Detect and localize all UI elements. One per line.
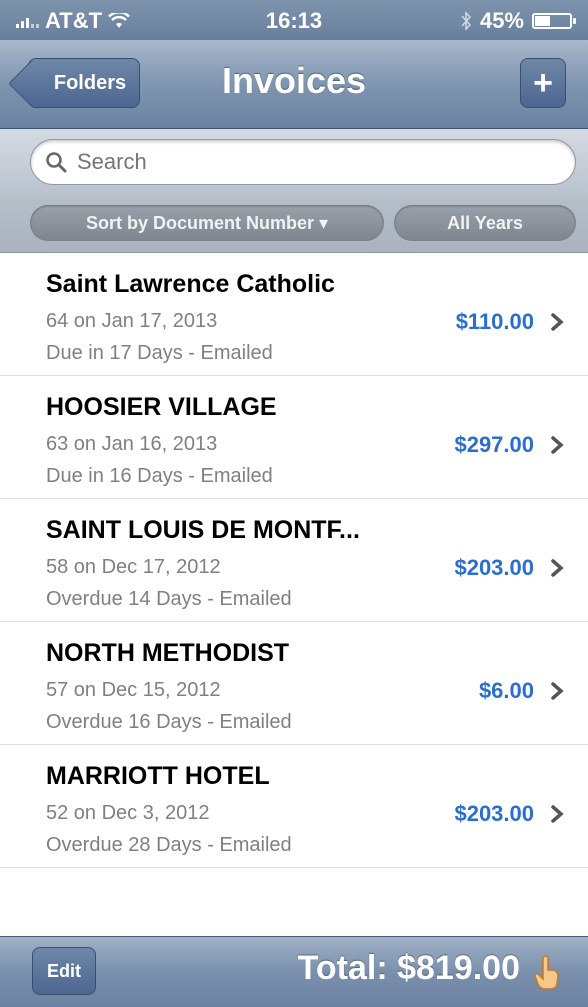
invoice-status: Due in 16 Days - Emailed (46, 465, 273, 487)
invoice-amount: $203.00 (454, 801, 534, 826)
invoice-row[interactable]: SAINT LOUIS DE MONTF... 58 on Dec 17, 20… (0, 499, 588, 622)
invoice-amount: $297.00 (454, 432, 534, 457)
search-field[interactable] (30, 139, 576, 185)
folders-back-label: Folders (53, 71, 127, 94)
search-icon (45, 151, 67, 173)
chevron-right-icon (551, 313, 564, 331)
bluetooth-icon (461, 11, 472, 31)
chevron-right-icon (551, 805, 564, 823)
invoice-client-name: SAINT LOUIS DE MONTF... (46, 516, 360, 544)
invoice-list: Saint Lawrence Catholic 64 on Jan 17, 20… (0, 253, 588, 868)
invoice-number-date: 52 on Dec 3, 2012 (46, 802, 210, 824)
invoice-amount: $110.00 (455, 309, 534, 334)
invoice-row[interactable]: NORTH METHODIST 57 on Dec 15, 2012 Overd… (0, 622, 588, 745)
invoice-status: Due in 17 Days - Emailed (46, 342, 273, 364)
chevron-right-icon (551, 559, 564, 577)
chevron-right-icon (551, 436, 564, 454)
invoice-client-name: HOOSIER VILLAGE (46, 393, 277, 421)
invoice-client-name: MARRIOTT HOTEL (46, 762, 270, 790)
invoice-number-date: 58 on Dec 17, 2012 (46, 556, 221, 578)
status-right: 45% (460, 8, 576, 34)
invoice-client-name: NORTH METHODIST (46, 639, 290, 667)
chevron-right-icon (551, 682, 564, 700)
search-input[interactable] (75, 148, 539, 176)
invoice-status: Overdue 28 Days - Emailed (46, 834, 292, 856)
pointing-hand-icon[interactable] (532, 955, 562, 991)
invoice-total: Total: $819.00 (297, 949, 520, 987)
sort-bar: Sort by Document Number ▾ All Years (0, 198, 588, 253)
invoice-status: Overdue 14 Days - Emailed (46, 588, 292, 610)
invoice-client-name: Saint Lawrence Catholic (46, 270, 335, 298)
invoice-row[interactable]: Saint Lawrence Catholic 64 on Jan 17, 20… (0, 253, 588, 376)
year-filter-button[interactable]: All Years (394, 205, 576, 241)
sort-by-button[interactable]: Sort by Document Number ▾ (30, 205, 384, 241)
search-bar (0, 129, 588, 198)
edit-button[interactable]: Edit (32, 947, 96, 995)
invoice-number-date: 57 on Dec 15, 2012 (46, 679, 221, 701)
invoice-amount: $203.00 (454, 555, 534, 580)
invoice-number-date: 63 on Jan 16, 2013 (46, 433, 218, 455)
invoice-number-date: 64 on Jan 17, 2013 (46, 310, 218, 332)
battery-icon (532, 13, 576, 29)
navigation-bar: Folders Invoices + (0, 40, 588, 129)
invoice-status: Overdue 16 Days - Emailed (46, 711, 292, 733)
invoice-amount: $6.00 (478, 678, 534, 703)
status-bar: AT&T 16:13 45% (0, 0, 588, 40)
add-invoice-button[interactable]: + (520, 58, 566, 108)
invoice-row[interactable]: HOOSIER VILLAGE 63 on Jan 16, 2013 Due i… (0, 376, 588, 499)
bottom-toolbar: Edit Total: $819.00 (0, 936, 588, 1007)
invoice-row[interactable]: MARRIOTT HOTEL 52 on Dec 3, 2012 Overdue… (0, 745, 588, 868)
battery-fill (535, 16, 551, 26)
battery-percent: 45% (479, 8, 524, 33)
